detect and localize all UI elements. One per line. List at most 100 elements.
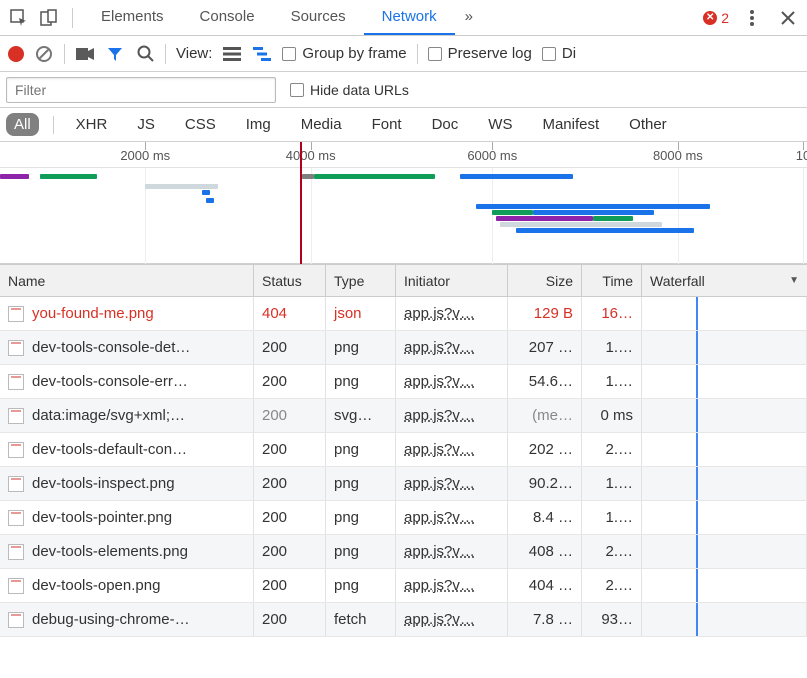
inspect-element-icon[interactable] xyxy=(6,5,32,31)
filter-icon[interactable] xyxy=(105,44,125,64)
pill-media[interactable]: Media xyxy=(293,113,350,136)
search-icon[interactable] xyxy=(135,44,155,64)
pill-font[interactable]: Font xyxy=(364,113,410,136)
pill-ws[interactable]: WS xyxy=(480,113,520,136)
pill-xhr[interactable]: XHR xyxy=(68,113,116,136)
size-value: 408 … xyxy=(529,543,573,560)
tab-console[interactable]: Console xyxy=(182,0,273,35)
status-value: 404 xyxy=(262,305,287,322)
pill-all[interactable]: All xyxy=(6,113,39,136)
cell: png xyxy=(326,433,396,466)
pill-js[interactable]: JS xyxy=(129,113,163,136)
disable-cache-checkbox[interactable]: Di xyxy=(542,45,576,62)
table-row[interactable]: data:image/svg+xml;…200svg…app.js?v…(me…… xyxy=(0,399,807,433)
preserve-log-checkbox[interactable]: Preserve log xyxy=(428,45,532,62)
initiator-link[interactable]: app.js?v… xyxy=(404,339,475,356)
status-value: 200 xyxy=(262,543,287,560)
pill-doc[interactable]: Doc xyxy=(424,113,467,136)
large-rows-icon[interactable] xyxy=(222,44,242,64)
error-icon: ✕ xyxy=(703,11,717,25)
cell xyxy=(642,569,807,602)
cell: (me… xyxy=(508,399,582,432)
timeline-tick: 4000 ms xyxy=(311,142,361,168)
cell: 90.2… xyxy=(508,467,582,500)
initiator-link[interactable]: app.js?v… xyxy=(404,543,475,560)
record-icon xyxy=(8,46,24,62)
pill-manifest[interactable]: Manifest xyxy=(534,113,607,136)
cell: 200 xyxy=(254,433,326,466)
cell: svg… xyxy=(326,399,396,432)
table-row[interactable]: dev-tools-inspect.png200pngapp.js?v…90.2… xyxy=(0,467,807,501)
hide-data-urls-label: Hide data URLs xyxy=(310,82,409,98)
filter-input[interactable] xyxy=(6,77,276,103)
initiator-link[interactable]: app.js?v… xyxy=(404,611,475,628)
device-toolbar-icon[interactable] xyxy=(36,5,62,31)
initiator-link[interactable]: app.js?v… xyxy=(404,305,475,322)
timeline-bar xyxy=(516,228,694,233)
col-header-status[interactable]: Status xyxy=(254,265,326,296)
col-header-waterfall[interactable]: Waterfall ▼ xyxy=(642,265,807,296)
file-icon xyxy=(8,408,24,424)
cell: dev-tools-console-det… xyxy=(0,331,254,364)
camera-icon[interactable] xyxy=(75,44,95,64)
timeline-ruler: 2000 ms4000 ms6000 ms8000 ms10 xyxy=(0,142,807,168)
table-row[interactable]: dev-tools-console-det…200pngapp.js?v…207… xyxy=(0,331,807,365)
close-icon[interactable] xyxy=(775,5,801,31)
table-row[interactable]: dev-tools-elements.png200pngapp.js?v…408… xyxy=(0,535,807,569)
more-tabs-button[interactable]: » xyxy=(455,0,483,35)
initiator-link[interactable]: app.js?v… xyxy=(404,441,475,458)
settings-menu-icon[interactable] xyxy=(739,5,765,31)
timeline-bar xyxy=(476,204,710,209)
divider xyxy=(165,44,166,64)
timeline-bar xyxy=(533,210,654,215)
table-row[interactable]: you-found-me.png404jsonapp.js?v…129 B16… xyxy=(0,297,807,331)
initiator-link[interactable]: app.js?v… xyxy=(404,509,475,526)
cell: dev-tools-open.png xyxy=(0,569,254,602)
record-button[interactable] xyxy=(8,46,24,62)
tab-elements[interactable]: Elements xyxy=(83,0,182,35)
error-badge[interactable]: ✕ 2 xyxy=(703,10,729,26)
timeline-tick: 2000 ms xyxy=(145,142,195,168)
timeline-overview[interactable]: 2000 ms4000 ms6000 ms8000 ms10 xyxy=(0,142,807,264)
filter-row: Hide data URLs xyxy=(0,72,807,108)
col-header-time[interactable]: Time xyxy=(582,265,642,296)
start-line xyxy=(696,467,698,500)
group-by-frame-checkbox[interactable]: Group by frame xyxy=(282,45,406,62)
cell: dev-tools-elements.png xyxy=(0,535,254,568)
tab-network[interactable]: Network xyxy=(364,0,455,35)
table-row[interactable]: dev-tools-console-err…200pngapp.js?v…54.… xyxy=(0,365,807,399)
size-value: 404 … xyxy=(529,577,573,594)
timeline-bar xyxy=(0,174,29,179)
timeline-body xyxy=(0,168,807,264)
waterfall-view-icon[interactable] xyxy=(252,44,272,64)
timeline-bar xyxy=(40,174,96,179)
col-header-type[interactable]: Type xyxy=(326,265,396,296)
hide-data-urls-checkbox[interactable]: Hide data URLs xyxy=(290,82,409,98)
file-icon xyxy=(8,374,24,390)
initiator-link[interactable]: app.js?v… xyxy=(404,373,475,390)
pill-other[interactable]: Other xyxy=(621,113,675,136)
col-header-initiator[interactable]: Initiator xyxy=(396,265,508,296)
timeline-bar xyxy=(593,216,633,221)
col-header-size[interactable]: Size xyxy=(508,265,582,296)
cell: 0 ms xyxy=(582,399,642,432)
pill-css[interactable]: CSS xyxy=(177,113,224,136)
table-row[interactable]: debug-using-chrome-…200fetchapp.js?v…7.8… xyxy=(0,603,807,637)
file-icon xyxy=(8,578,24,594)
table-row[interactable]: dev-tools-pointer.png200pngapp.js?v…8.4 … xyxy=(0,501,807,535)
cell: dev-tools-inspect.png xyxy=(0,467,254,500)
initiator-link[interactable]: app.js?v… xyxy=(404,577,475,594)
checkbox-icon xyxy=(282,47,296,61)
cell: 200 xyxy=(254,331,326,364)
tab-sources[interactable]: Sources xyxy=(273,0,364,35)
initiator-link[interactable]: app.js?v… xyxy=(404,407,475,424)
pill-img[interactable]: Img xyxy=(238,113,279,136)
file-icon xyxy=(8,306,24,322)
table-row[interactable]: dev-tools-open.png200pngapp.js?v…404 …2.… xyxy=(0,569,807,603)
col-header-name[interactable]: Name xyxy=(0,265,254,296)
table-row[interactable]: dev-tools-default-con…200pngapp.js?v…202… xyxy=(0,433,807,467)
initiator-link[interactable]: app.js?v… xyxy=(404,475,475,492)
timeline-bar xyxy=(202,190,210,195)
cell: you-found-me.png xyxy=(0,297,254,330)
clear-icon[interactable] xyxy=(34,44,54,64)
